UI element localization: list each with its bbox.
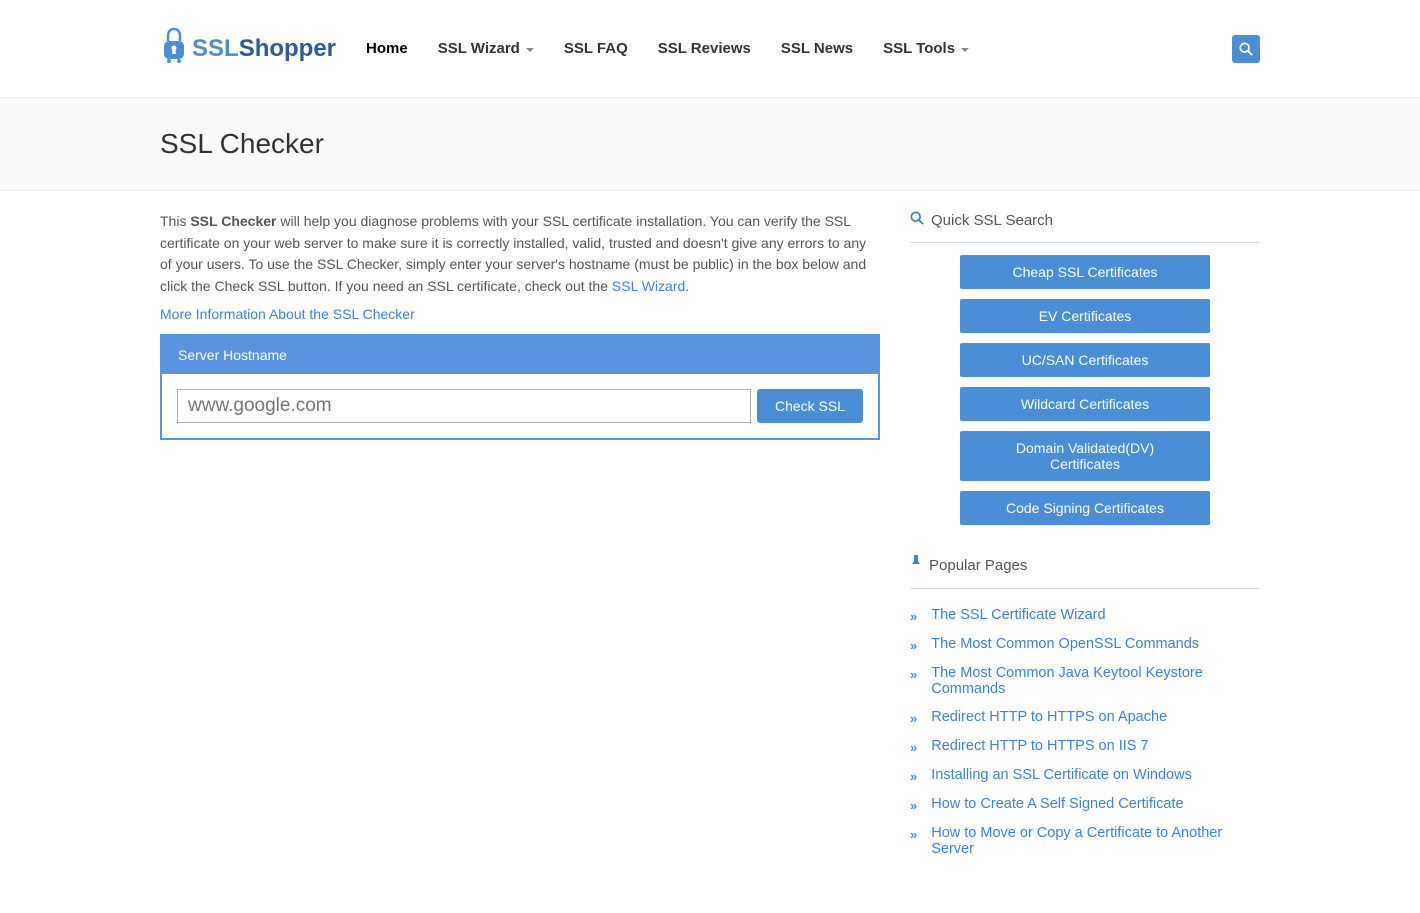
- search-icon: [1239, 42, 1253, 56]
- cert-tag-wildcard[interactable]: Wildcard Certificates: [960, 387, 1210, 421]
- nav-ssl-reviews[interactable]: SSL Reviews: [658, 40, 751, 57]
- chevron-right-icon: »: [910, 667, 917, 682]
- intro-paragraph: This SSL Checker will help you diagnose …: [160, 211, 880, 298]
- hostname-input[interactable]: [177, 389, 751, 423]
- main-nav: Home SSL Wizard SSL FAQ SSL Reviews SSL …: [366, 40, 969, 57]
- chevron-down-icon: [961, 48, 969, 52]
- link-text: The Most Common Java Keytool Keystore Co…: [931, 665, 1260, 697]
- cert-tags-list: Cheap SSL Certificates EV Certificates U…: [910, 255, 1260, 525]
- link-text: Installing an SSL Certificate on Windows: [931, 767, 1192, 783]
- link-text: How to Create A Self Signed Certificate: [931, 796, 1183, 812]
- nav-label: SSL Tools: [883, 40, 955, 57]
- popular-pages-list: » The SSL Certificate Wizard » The Most Co…: [910, 601, 1260, 863]
- logo-text: SSLShopper: [192, 35, 336, 63]
- sidebar: Quick SSL Search Cheap SSL Certificates …: [910, 211, 1260, 893]
- search-icon: [910, 211, 924, 229]
- ssl-checker-form: Server Hostname Check SSL: [160, 334, 880, 440]
- more-info-link[interactable]: More Information About the SSL Checker: [160, 306, 415, 322]
- popular-page-link[interactable]: » Redirect HTTP to HTTPS on IIS 7: [910, 732, 1260, 761]
- main-column: This SSL Checker will help you diagnose …: [160, 211, 880, 893]
- link-text: Redirect HTTP to HTTPS on IIS 7: [931, 738, 1148, 754]
- heading-text: Quick SSL Search: [931, 212, 1053, 229]
- cert-tag-code-signing[interactable]: Code Signing Certificates: [960, 491, 1210, 525]
- link-text: How to Move or Copy a Certificate to Ano…: [931, 825, 1260, 857]
- link-text: The SSL Certificate Wizard: [931, 607, 1105, 623]
- chevron-down-icon: [526, 48, 534, 52]
- cert-tag-ucsan[interactable]: UC/SAN Certificates: [960, 343, 1210, 377]
- nav-home[interactable]: Home: [366, 40, 408, 57]
- popular-page-link[interactable]: » The Most Common OpenSSL Commands: [910, 630, 1260, 659]
- content: This SSL Checker will help you diagnose …: [0, 191, 1420, 913]
- cert-tag-dv[interactable]: Domain Validated(DV) Certificates: [960, 431, 1210, 481]
- chevron-right-icon: »: [910, 638, 917, 653]
- popular-pages-section: Popular Pages » The SSL Certificate Wizar…: [910, 555, 1260, 863]
- chevron-right-icon: »: [910, 711, 917, 726]
- popular-page-link[interactable]: » Installing an SSL Certificate on Window…: [910, 761, 1260, 790]
- sidebar-heading: Quick SSL Search: [910, 211, 1260, 243]
- chevron-right-icon: »: [910, 769, 917, 784]
- popular-page-link[interactable]: » How to Create A Self Signed Certificate: [910, 790, 1260, 819]
- ssl-wizard-link[interactable]: SSL Wizard: [612, 278, 685, 294]
- page-title: SSL Checker: [160, 128, 1260, 160]
- search-button[interactable]: [1232, 35, 1260, 63]
- header: SSLShopper Home SSL Wizard SSL FAQ SSL R…: [0, 0, 1420, 98]
- chevron-right-icon: »: [910, 609, 917, 624]
- popular-page-link[interactable]: » How to Move or Copy a Certificate to An…: [910, 819, 1260, 863]
- nav-ssl-wizard[interactable]: SSL Wizard: [438, 40, 534, 57]
- cert-tag-cheap[interactable]: Cheap SSL Certificates: [960, 255, 1210, 289]
- chevron-right-icon: »: [910, 740, 917, 755]
- nav-ssl-tools[interactable]: SSL Tools: [883, 40, 969, 57]
- sidebar-heading: Popular Pages: [910, 555, 1260, 589]
- nav-ssl-news[interactable]: SSL News: [781, 40, 853, 57]
- form-body: Check SSL: [162, 374, 878, 438]
- heading-text: Popular Pages: [929, 557, 1027, 574]
- popular-page-link[interactable]: » The Most Common Java Keytool Keystore C…: [910, 659, 1260, 703]
- chevron-right-icon: »: [910, 798, 917, 813]
- check-ssl-button[interactable]: Check SSL: [757, 389, 863, 423]
- quick-ssl-search-section: Quick SSL Search Cheap SSL Certificates …: [910, 211, 1260, 525]
- nav-label: SSL Wizard: [438, 40, 520, 57]
- lock-cart-icon: [160, 27, 192, 70]
- page-title-bar: SSL Checker: [0, 98, 1420, 191]
- nav-ssl-faq[interactable]: SSL FAQ: [564, 40, 628, 57]
- link-text: Redirect HTTP to HTTPS on Apache: [931, 709, 1167, 725]
- form-header: Server Hostname: [162, 336, 878, 374]
- pin-icon: [910, 555, 922, 575]
- link-text: The Most Common OpenSSL Commands: [931, 636, 1199, 652]
- cert-tag-ev[interactable]: EV Certificates: [960, 299, 1210, 333]
- popular-page-link[interactable]: » The SSL Certificate Wizard: [910, 601, 1260, 630]
- popular-page-link[interactable]: » Redirect HTTP to HTTPS on Apache: [910, 703, 1260, 732]
- logo[interactable]: SSLShopper: [160, 27, 336, 70]
- chevron-right-icon: »: [910, 827, 917, 842]
